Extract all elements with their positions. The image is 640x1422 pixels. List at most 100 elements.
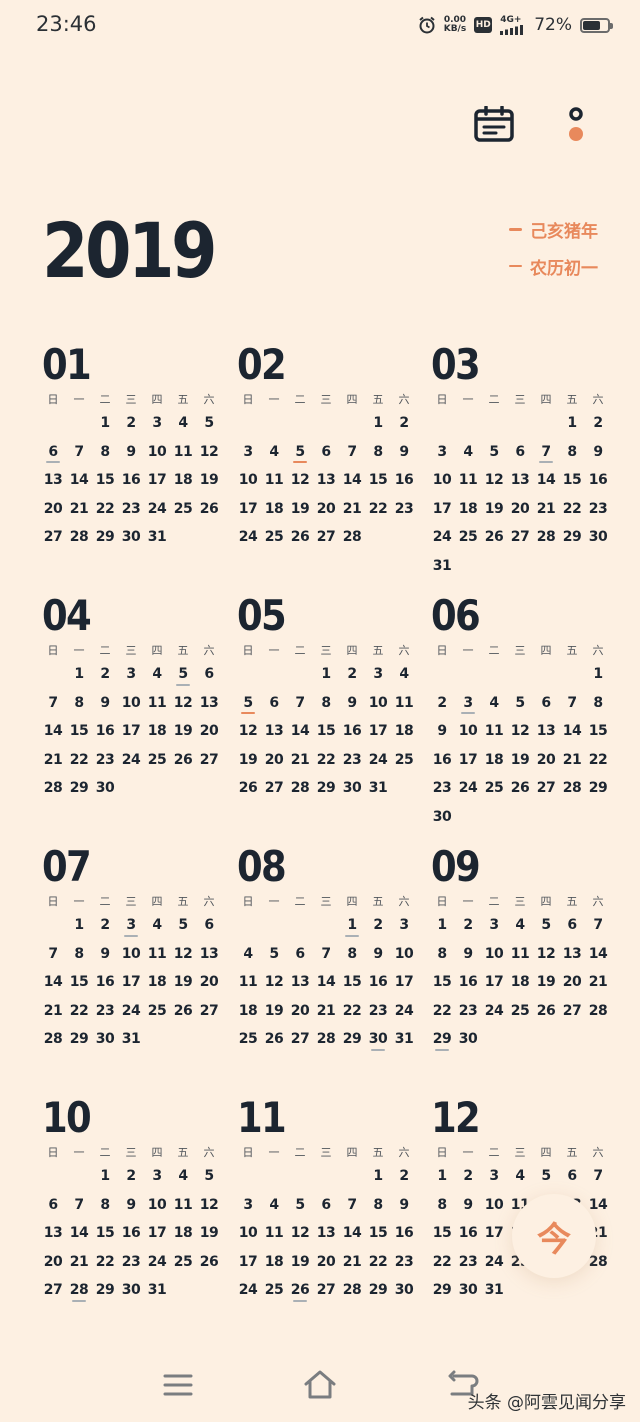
day-cell[interactable]: 14	[289, 717, 311, 746]
day-cell[interactable]: 8	[315, 689, 337, 718]
day-cell[interactable]: 5	[172, 911, 194, 940]
day-cell[interactable]: 20	[42, 1248, 64, 1277]
day-cell[interactable]: 7	[341, 438, 363, 467]
day-cell[interactable]: 23	[94, 997, 116, 1026]
day-cell[interactable]: 6	[315, 438, 337, 467]
day-cell[interactable]: 22	[367, 495, 389, 524]
day-cell[interactable]: 28	[341, 1276, 363, 1305]
day-cell[interactable]: 20	[198, 717, 220, 746]
day-cell[interactable]: 5	[483, 438, 505, 467]
day-cell[interactable]: 30	[587, 523, 609, 552]
day-cell[interactable]: 25	[509, 997, 531, 1026]
day-cell[interactable]: 31	[393, 1025, 415, 1054]
day-cell[interactable]: 2	[341, 660, 363, 689]
day-cell[interactable]: 3	[431, 438, 453, 467]
day-cell[interactable]: 18	[172, 466, 194, 495]
day-cell[interactable]: 19	[509, 746, 531, 775]
day-cell[interactable]: 18	[483, 746, 505, 775]
day-cell[interactable]: 14	[42, 968, 64, 997]
day-cell[interactable]: 6	[535, 689, 557, 718]
day-cell[interactable]: 29	[431, 1025, 453, 1054]
month-03[interactable]: 03 日一二三四五六 1 2 3 4 5 6 7 8 9 10 11 12 13 14 15 16 17 18 19 20…	[431, 340, 613, 580]
day-cell[interactable]: 4	[263, 438, 285, 467]
day-cell[interactable]: 5	[289, 1191, 311, 1220]
day-cell[interactable]: 15	[68, 968, 90, 997]
day-cell[interactable]: 1	[94, 1162, 116, 1191]
day-cell[interactable]: 9	[367, 940, 389, 969]
day-cell[interactable]: 16	[94, 717, 116, 746]
day-cell[interactable]: 4	[237, 940, 259, 969]
day-cell[interactable]: 15	[94, 466, 116, 495]
day-cell[interactable]: 17	[457, 746, 479, 775]
day-cell[interactable]: 19	[483, 495, 505, 524]
day-cell[interactable]: 21	[587, 968, 609, 997]
day-cell[interactable]: 11	[457, 466, 479, 495]
day-cell[interactable]: 17	[483, 968, 505, 997]
day-cell[interactable]: 26	[289, 1276, 311, 1305]
day-cell[interactable]: 29	[431, 1276, 453, 1305]
day-cell[interactable]: 13	[198, 689, 220, 718]
day-cell[interactable]: 3	[120, 660, 142, 689]
day-cell[interactable]: 29	[94, 523, 116, 552]
day-cell[interactable]: 2	[94, 911, 116, 940]
day-cell[interactable]: 11	[263, 466, 285, 495]
menu-icon[interactable]	[160, 1368, 196, 1402]
day-cell[interactable]: 16	[457, 1219, 479, 1248]
day-cell[interactable]: 20	[198, 968, 220, 997]
day-cell[interactable]: 31	[483, 1276, 505, 1305]
day-cell[interactable]: 28	[587, 997, 609, 1026]
day-cell[interactable]: 4	[263, 1191, 285, 1220]
day-cell[interactable]: 11	[172, 1191, 194, 1220]
day-cell[interactable]: 8	[68, 689, 90, 718]
day-cell[interactable]: 13	[509, 466, 531, 495]
day-cell[interactable]: 26	[172, 746, 194, 775]
day-cell[interactable]: 14	[587, 940, 609, 969]
day-cell[interactable]: 27	[198, 746, 220, 775]
day-cell[interactable]: 8	[431, 1191, 453, 1220]
day-cell[interactable]: 17	[146, 466, 168, 495]
day-cell[interactable]: 21	[315, 997, 337, 1026]
day-cell[interactable]: 26	[289, 523, 311, 552]
day-cell[interactable]: 16	[120, 466, 142, 495]
day-cell[interactable]: 25	[393, 746, 415, 775]
day-cell[interactable]: 10	[237, 466, 259, 495]
day-cell[interactable]: 26	[198, 495, 220, 524]
day-cell[interactable]: 1	[561, 409, 583, 438]
day-cell[interactable]: 9	[94, 940, 116, 969]
day-cell[interactable]: 1	[587, 660, 609, 689]
day-cell[interactable]: 17	[431, 495, 453, 524]
day-cell[interactable]: 11	[393, 689, 415, 718]
day-cell[interactable]: 24	[393, 997, 415, 1026]
day-cell[interactable]: 22	[431, 1248, 453, 1277]
day-cell[interactable]: 6	[42, 1191, 64, 1220]
day-cell[interactable]: 26	[509, 774, 531, 803]
day-cell[interactable]: 15	[367, 1219, 389, 1248]
day-cell[interactable]: 29	[68, 1025, 90, 1054]
day-cell[interactable]: 25	[263, 1276, 285, 1305]
day-cell[interactable]: 3	[146, 409, 168, 438]
day-cell[interactable]: 27	[263, 774, 285, 803]
day-cell[interactable]: 9	[393, 1191, 415, 1220]
day-cell[interactable]: 27	[315, 523, 337, 552]
day-cell[interactable]: 7	[341, 1191, 363, 1220]
day-cell[interactable]: 8	[367, 1191, 389, 1220]
day-cell[interactable]: 26	[483, 523, 505, 552]
day-cell[interactable]: 12	[172, 940, 194, 969]
day-cell[interactable]: 27	[535, 774, 557, 803]
day-cell[interactable]: 27	[42, 523, 64, 552]
day-cell[interactable]: 17	[237, 1248, 259, 1277]
day-cell[interactable]: 5	[172, 660, 194, 689]
day-cell[interactable]: 18	[393, 717, 415, 746]
day-cell[interactable]: 3	[237, 438, 259, 467]
day-cell[interactable]: 23	[120, 1248, 142, 1277]
day-cell[interactable]: 9	[341, 689, 363, 718]
day-cell[interactable]: 30	[94, 1025, 116, 1054]
day-cell[interactable]: 30	[120, 1276, 142, 1305]
month-04[interactable]: 04 日一二三四五六 1 2 3 4 5 6 7 8 9 10 11 12 13 14 15 16 17 18 19 20…	[42, 591, 224, 803]
day-cell[interactable]: 2	[120, 1162, 142, 1191]
day-cell[interactable]: 17	[393, 968, 415, 997]
day-cell[interactable]: 13	[198, 940, 220, 969]
day-cell[interactable]: 3	[237, 1191, 259, 1220]
day-cell[interactable]: 5	[289, 438, 311, 467]
day-cell[interactable]: 23	[367, 997, 389, 1026]
